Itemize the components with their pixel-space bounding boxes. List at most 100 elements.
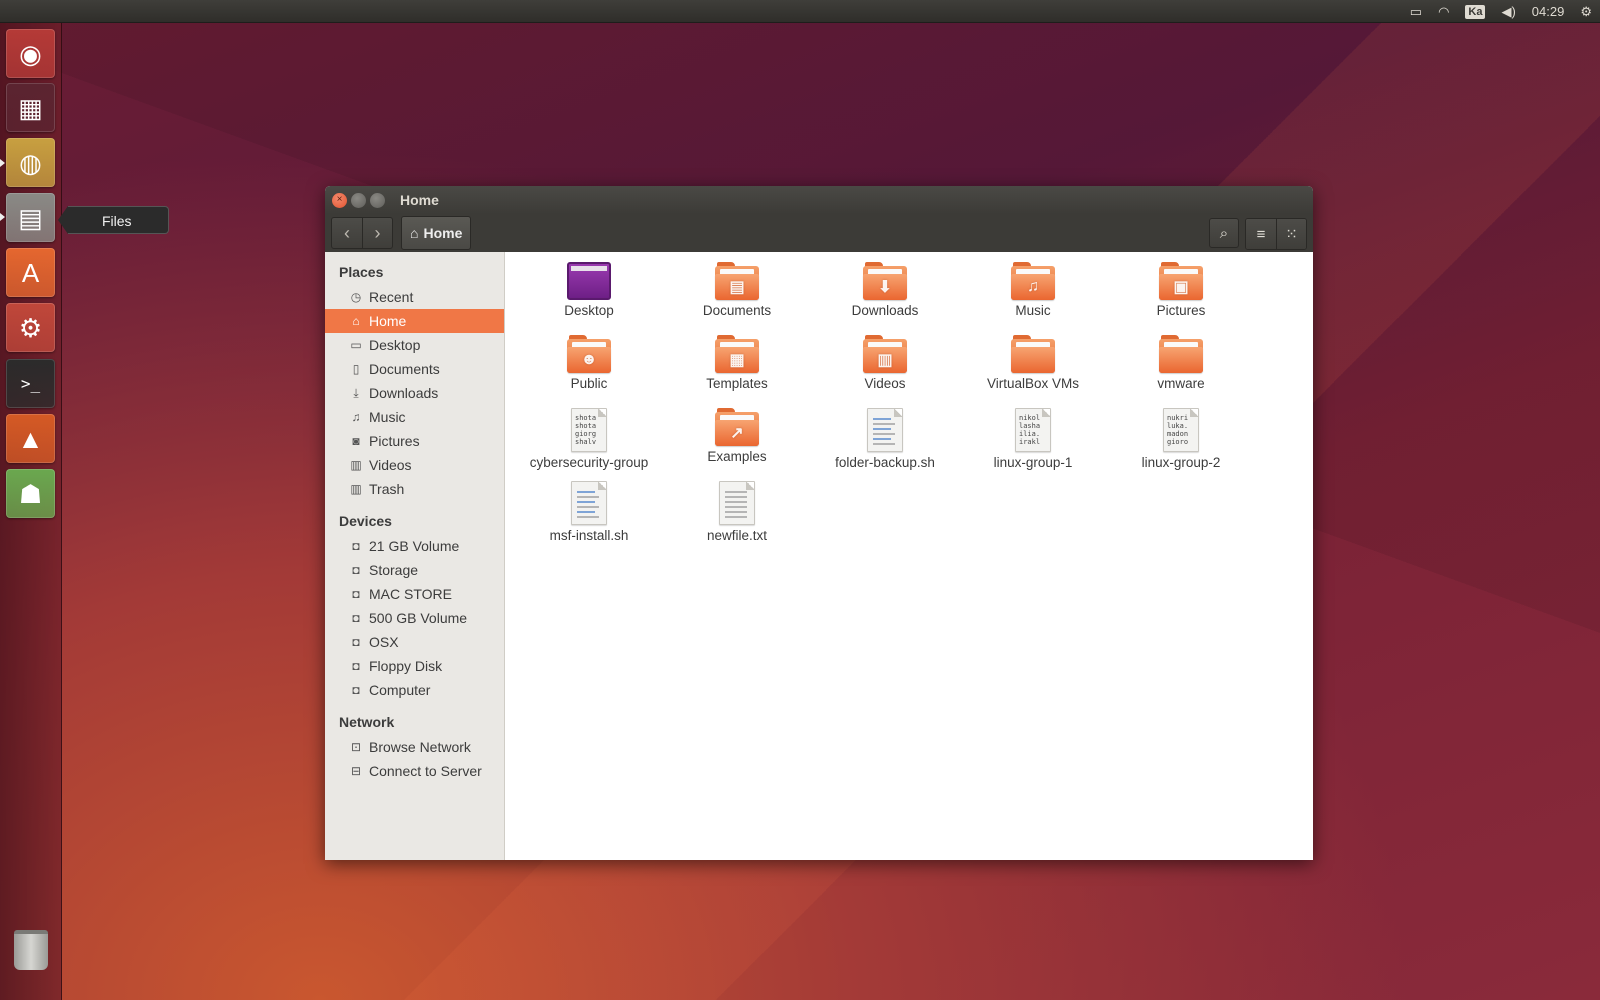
dash-button[interactable]: ◉: [6, 29, 55, 78]
sidebar-item-label: Floppy Disk: [369, 658, 443, 674]
wifi-icon[interactable]: ◠: [1430, 0, 1457, 23]
launcher-trash-button[interactable]: [6, 925, 55, 974]
file-item-cybersecurity-group[interactable]: shota shota giorg shalv cybersecurity-gro…: [515, 408, 663, 481]
file-item-label: Documents: [702, 303, 772, 318]
sidebar-section-places: Places: [339, 264, 384, 280]
file-item-msf-install-sh[interactable]: msf-install.sh: [515, 481, 663, 554]
sidebar-item-500-gb-volume[interactable]: ◘ 500 GB Volume: [325, 606, 504, 630]
file-item-label: Templates: [706, 376, 768, 391]
sidebar-item-trash[interactable]: ▥ Trash: [325, 477, 504, 501]
sidebar-item-label: Recent: [369, 289, 414, 305]
terminal-button[interactable]: >_: [6, 359, 55, 408]
launcher-tooltip: Files: [58, 206, 169, 234]
forward-button[interactable]: ›: [362, 218, 392, 248]
close-window-button[interactable]: ×: [332, 192, 347, 208]
back-button[interactable]: ‹: [332, 218, 362, 248]
toolbar: ‹ › ⌂ Home ⌕ ≡ ⁙: [325, 214, 1313, 252]
file-item-desktop[interactable]: Desktop: [515, 262, 663, 335]
sidebar-item-downloads[interactable]: ⤓ Downloads: [325, 381, 504, 405]
keyboard-layout-indicator[interactable]: Ka: [1457, 0, 1493, 23]
path-bar-home[interactable]: ⌂ Home: [401, 216, 472, 250]
launcher: ◉ ▦ ◍ ▤ A ⚙ >_ ▲ ☗: [0, 23, 62, 1000]
sidebar-item-recent[interactable]: ◷ Recent: [325, 285, 504, 309]
file-item-label: Videos: [864, 376, 906, 391]
sidebar-item-videos[interactable]: ▥ Videos: [325, 453, 504, 477]
file-item-label: folder-backup.sh: [835, 455, 935, 470]
minimize-window-button[interactable]: [351, 192, 366, 208]
clock[interactable]: 04:29: [1524, 0, 1573, 23]
software-center-button[interactable]: A: [6, 248, 55, 297]
file-item-virtualbox-vms[interactable]: VirtualBox VMs: [959, 335, 1107, 408]
sidebar-item-label: Connect to Server: [369, 763, 482, 779]
file-item-label: Downloads: [851, 303, 919, 318]
list-icon: ≡: [1256, 225, 1266, 243]
system-settings-button[interactable]: ⚙: [6, 303, 55, 352]
file-item-music[interactable]: ♫ Music: [959, 262, 1107, 335]
sidebar-item-music[interactable]: ♫ Music: [325, 405, 504, 429]
file-item-linux-group-1[interactable]: nikol lasha ilia. irakl linux-group-1: [959, 408, 1107, 481]
sidebar-item-documents[interactable]: ▯ Documents: [325, 357, 504, 381]
folder-emblem-icon: [1159, 347, 1203, 373]
system-tray: ▭ ◠ Ka ◀) 04:29 ⚙: [1402, 0, 1600, 23]
sidebar-item-storage[interactable]: ◘ Storage: [325, 558, 504, 582]
grid-icon: ⁙: [1285, 226, 1298, 243]
file-view[interactable]: Desktop ▤ Documents ⬇ Downloads ♫ Music ▣ Pictur…: [505, 252, 1313, 860]
sidebar-item-home[interactable]: ⌂ Home: [325, 309, 504, 333]
sidebar-item-label: Home: [369, 313, 407, 329]
folder-icon: ▦: [715, 335, 759, 373]
file-item-vmware[interactable]: vmware: [1107, 335, 1255, 408]
home-icon: ⌂: [352, 314, 360, 328]
drive-icon: ◘: [352, 563, 360, 577]
file-item-linux-group-2[interactable]: nukri luka. madon gioro linux-group-2: [1107, 408, 1255, 481]
folder-icon: ♫: [1011, 262, 1055, 300]
path-bar-label: Home: [423, 225, 463, 241]
file-item-label: cybersecurity-group: [529, 455, 649, 470]
tooltip-label: Files: [68, 206, 169, 234]
file-item-pictures[interactable]: ▣ Pictures: [1107, 262, 1255, 335]
file-item-public[interactable]: ☻ Public: [515, 335, 663, 408]
maximize-window-button[interactable]: [370, 192, 385, 208]
workspace-switcher-button[interactable]: ▦: [6, 83, 55, 132]
sidebar-item-connect-to-server[interactable]: ⊟ Connect to Server: [325, 759, 504, 783]
volume-icon[interactable]: ◀): [1493, 0, 1523, 23]
power-gear-icon[interactable]: ⚙: [1572, 0, 1600, 23]
file-item-examples[interactable]: ↗ Examples: [663, 408, 811, 481]
file-item-label: vmware: [1157, 376, 1205, 391]
music-icon: ♫: [351, 410, 361, 424]
file-item-downloads[interactable]: ⬇ Downloads: [811, 262, 959, 335]
android-icon: ☗: [18, 478, 43, 509]
file-item-documents[interactable]: ▤ Documents: [663, 262, 811, 335]
file-item-label: VirtualBox VMs: [986, 376, 1080, 391]
text-file-icon: [719, 481, 755, 525]
file-item-newfile-txt[interactable]: newfile.txt: [663, 481, 811, 554]
file-grid: Desktop ▤ Documents ⬇ Downloads ♫ Music ▣ Pictur…: [505, 252, 1313, 554]
sidebar-item-21-gb-volume[interactable]: ◘ 21 GB Volume: [325, 534, 504, 558]
search-icon: ⌕: [1219, 224, 1229, 242]
file-item-label: newfile.txt: [706, 528, 768, 543]
sidebar-item-browse-network[interactable]: ⊡ Browse Network: [325, 735, 504, 759]
files-button[interactable]: ▤: [6, 193, 55, 242]
vlc-button[interactable]: ▲: [6, 414, 55, 463]
floppy-icon: ◘: [352, 659, 360, 673]
view-mode-group: ≡ ⁙: [1245, 218, 1307, 250]
list-view-button[interactable]: ≡: [1246, 219, 1276, 249]
sidebar-item-desktop[interactable]: ▭ Desktop: [325, 333, 504, 357]
file-item-folder-backup-sh[interactable]: folder-backup.sh: [811, 408, 959, 481]
grid-view-button[interactable]: ⁙: [1276, 219, 1306, 249]
display-icon[interactable]: ▭: [1402, 0, 1430, 23]
android-studio-button[interactable]: ☗: [6, 469, 55, 518]
sidebar-item-floppy-disk[interactable]: ◘ Floppy Disk: [325, 654, 504, 678]
search-button[interactable]: ⌕: [1209, 218, 1239, 248]
terminal-icon: >_: [20, 373, 41, 393]
document-icon: ▯: [352, 362, 360, 376]
sidebar-item-mac-store[interactable]: ◘ MAC STORE: [325, 582, 504, 606]
sidebar-item-pictures[interactable]: ◙ Pictures: [325, 429, 504, 453]
sidebar-item-computer[interactable]: ◘ Computer: [325, 678, 504, 702]
folder-emblem-icon: ▤: [729, 279, 745, 296]
window-titlebar[interactable]: × Home: [325, 186, 1313, 214]
sidebar-item-osx[interactable]: ◘ OSX: [325, 630, 504, 654]
file-item-videos[interactable]: ▥ Videos: [811, 335, 959, 408]
folder-emblem-icon: ▥: [877, 352, 893, 369]
chrome-button[interactable]: ◍: [6, 138, 55, 187]
file-item-templates[interactable]: ▦ Templates: [663, 335, 811, 408]
